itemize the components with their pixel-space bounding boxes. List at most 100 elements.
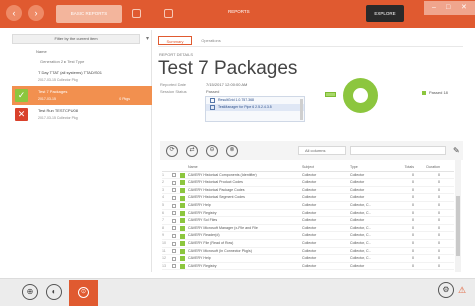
back-button[interactable]: ‹: [6, 5, 22, 21]
sidebar-item-selected[interactable]: ✓ Test 7 Packages 2017-03-15 0 Pkgs: [12, 86, 152, 105]
passed-status-icon: [180, 248, 185, 254]
passed-status-icon: [180, 264, 185, 270]
row-number: 13: [162, 263, 166, 268]
cell-duration: 0: [438, 180, 440, 185]
add-icon[interactable]: ⊕: [22, 284, 38, 300]
table-row[interactable]: 12 CAVERY Help Collector Collector, C.. 0 0: [162, 255, 454, 263]
cell-totals: 0: [412, 202, 414, 207]
row-checkbox[interactable]: [172, 218, 176, 223]
row-checkbox[interactable]: [172, 180, 176, 185]
row-checkbox[interactable]: [172, 241, 176, 246]
row-checkbox[interactable]: [172, 226, 176, 231]
tab-options-icon[interactable]: [164, 9, 173, 18]
attachments-scrollbar[interactable]: [300, 99, 303, 120]
meta-value: 7/15/2017 12:00:00 AM: [206, 82, 248, 87]
gear-icon[interactable]: ⚙: [438, 282, 454, 298]
cancel-icon[interactable]: ⊗: [226, 145, 238, 157]
view-icon: ⊙: [78, 287, 89, 298]
row-checkbox[interactable]: [172, 195, 176, 200]
row-number: 9: [162, 233, 164, 238]
swap-icon[interactable]: ⇄: [186, 145, 198, 157]
forward-button[interactable]: ›: [28, 5, 44, 21]
table-row[interactable]: 8 CAVERY Microsoft Manager (x-File and Fi…: [162, 225, 454, 233]
meta-key: Session Status: [160, 89, 187, 94]
passed-status-icon: [180, 203, 185, 209]
table-row[interactable]: 10 CAVERY File (Read of Row) Collector Coll…: [162, 240, 454, 248]
cell-duration: 0: [438, 263, 440, 268]
sidebar-item-detail: 2017-03-15 Collector Pkg: [38, 116, 78, 120]
table-row[interactable]: 11 CAVERY Microsoft (In Connector Pkg/s) C…: [162, 248, 454, 256]
results-donut-chart: [343, 78, 378, 113]
edit-icon[interactable]: ✎: [453, 146, 460, 155]
sidebar-filter[interactable]: Filter by the current item: [12, 34, 140, 44]
active-view-button[interactable]: ⊙: [69, 280, 98, 306]
sidebar-item-title: Test 7 Packages: [38, 89, 68, 94]
tab-operations[interactable]: Operations: [195, 36, 227, 45]
tab-add-icon[interactable]: [132, 9, 141, 18]
column-header-type[interactable]: Type: [350, 164, 384, 172]
cell-subject: Collector: [302, 180, 317, 185]
passed-status-icon: [180, 226, 185, 232]
refresh-icon[interactable]: ⟳: [166, 145, 178, 157]
tab-summary[interactable]: Summary: [158, 36, 192, 45]
table-row[interactable]: 1 CAVERY Historical Components (Identifie…: [162, 172, 454, 180]
cell-subject: Collector: [302, 172, 317, 177]
row-checkbox[interactable]: [172, 173, 176, 178]
table-row[interactable]: 4 CAVERY Historical Segment Codes Collecto…: [162, 194, 454, 202]
cell-totals: 0: [412, 180, 414, 185]
meta-key: Reported Date: [160, 82, 187, 87]
passed-status-icon: [180, 218, 185, 224]
alert-icon[interactable]: ⚠: [458, 285, 466, 296]
table-row[interactable]: 13 CAVERY Registry Collector Collector 0 0: [162, 263, 454, 271]
sidebar-item-detail: 2017-03-15 Collector Pkg: [38, 78, 78, 82]
table-row[interactable]: 6 CAVERY Registry Collector Collector, C.. 0…: [162, 210, 454, 218]
attachment-item[interactable]: TestManager for Pipe 6 2.5.2.4.3.5: [206, 104, 304, 111]
cell-name: CAVERY Microsoft Manager (x-File and Fil…: [188, 225, 258, 230]
row-number: 4: [162, 195, 164, 200]
sidebar-group-header[interactable]: Generation 2 ▸ Test Type: [12, 57, 152, 67]
row-checkbox[interactable]: [172, 256, 176, 261]
row-checkbox[interactable]: [172, 249, 176, 254]
search-input[interactable]: [350, 146, 446, 155]
explore-button[interactable]: EXPLORE: [366, 5, 404, 22]
row-checkbox[interactable]: [172, 233, 176, 238]
attachment-item[interactable]: ResultGrid 1.0.757.368: [206, 97, 304, 104]
column-header-name[interactable]: Name: [188, 164, 292, 172]
row-checkbox[interactable]: [172, 188, 176, 193]
cell-totals: 0: [412, 187, 414, 192]
passed-status-icon: [180, 241, 185, 247]
cell-name: CAVERY Historical Segment Codes: [188, 195, 245, 200]
row-number: 12: [162, 256, 166, 261]
contrast-icon[interactable]: ◐: [46, 284, 62, 300]
row-checkbox[interactable]: [172, 203, 176, 208]
column-header-totals[interactable]: Totals: [402, 164, 414, 172]
sidebar-item[interactable]: T Day TTAT (all systems) TTAD/S01 2017-0…: [12, 67, 152, 86]
cell-name: CAVERY File (Read of Row): [188, 240, 234, 245]
row-checkbox[interactable]: [172, 211, 176, 216]
sidebar-item[interactable]: ✕ Test Run TESTCPU08 2017-03-15 Collecto…: [12, 105, 152, 124]
cell-type: Collector, C..: [350, 248, 371, 253]
cell-subject: Collector: [302, 218, 317, 223]
table-row[interactable]: 7 CAVERY Sol Files Collector Collector 0 0: [162, 217, 454, 225]
column-header-subject[interactable]: Subject: [302, 164, 338, 172]
active-window-tab[interactable]: BASIC REPORTS: [56, 5, 122, 23]
maximize-button[interactable]: □: [446, 3, 450, 12]
cell-type: Collector, C..: [350, 256, 371, 261]
table-row[interactable]: 5 CAVERY Help Collector Collector, C.. 0 0: [162, 202, 454, 210]
column-header-duration[interactable]: Duration: [424, 164, 440, 172]
close-button[interactable]: ✕: [461, 3, 467, 12]
file-icon: [210, 98, 215, 103]
minus-icon[interactable]: ⊖: [206, 145, 218, 157]
chevron-down-icon[interactable]: ▾: [146, 35, 149, 42]
table-row[interactable]: 3 CAVERY Historical Package Codes Collecto…: [162, 187, 454, 195]
table-scrollbar[interactable]: [455, 160, 461, 272]
column-filter-select[interactable]: All columns: [298, 146, 346, 155]
row-number: 3: [162, 187, 164, 192]
table-row[interactable]: 2 CAVERY Historical Product Codes Collecto…: [162, 179, 454, 187]
row-checkbox[interactable]: [172, 264, 176, 269]
table-row[interactable]: 9 CAVERY Reader(d) Collector Collector, C..…: [162, 232, 454, 240]
meta-value: Passed: [206, 89, 220, 94]
minimize-button[interactable]: –: [432, 3, 436, 12]
sidebar-column-header[interactable]: Name: [12, 47, 152, 57]
cell-duration: 0: [438, 256, 440, 261]
